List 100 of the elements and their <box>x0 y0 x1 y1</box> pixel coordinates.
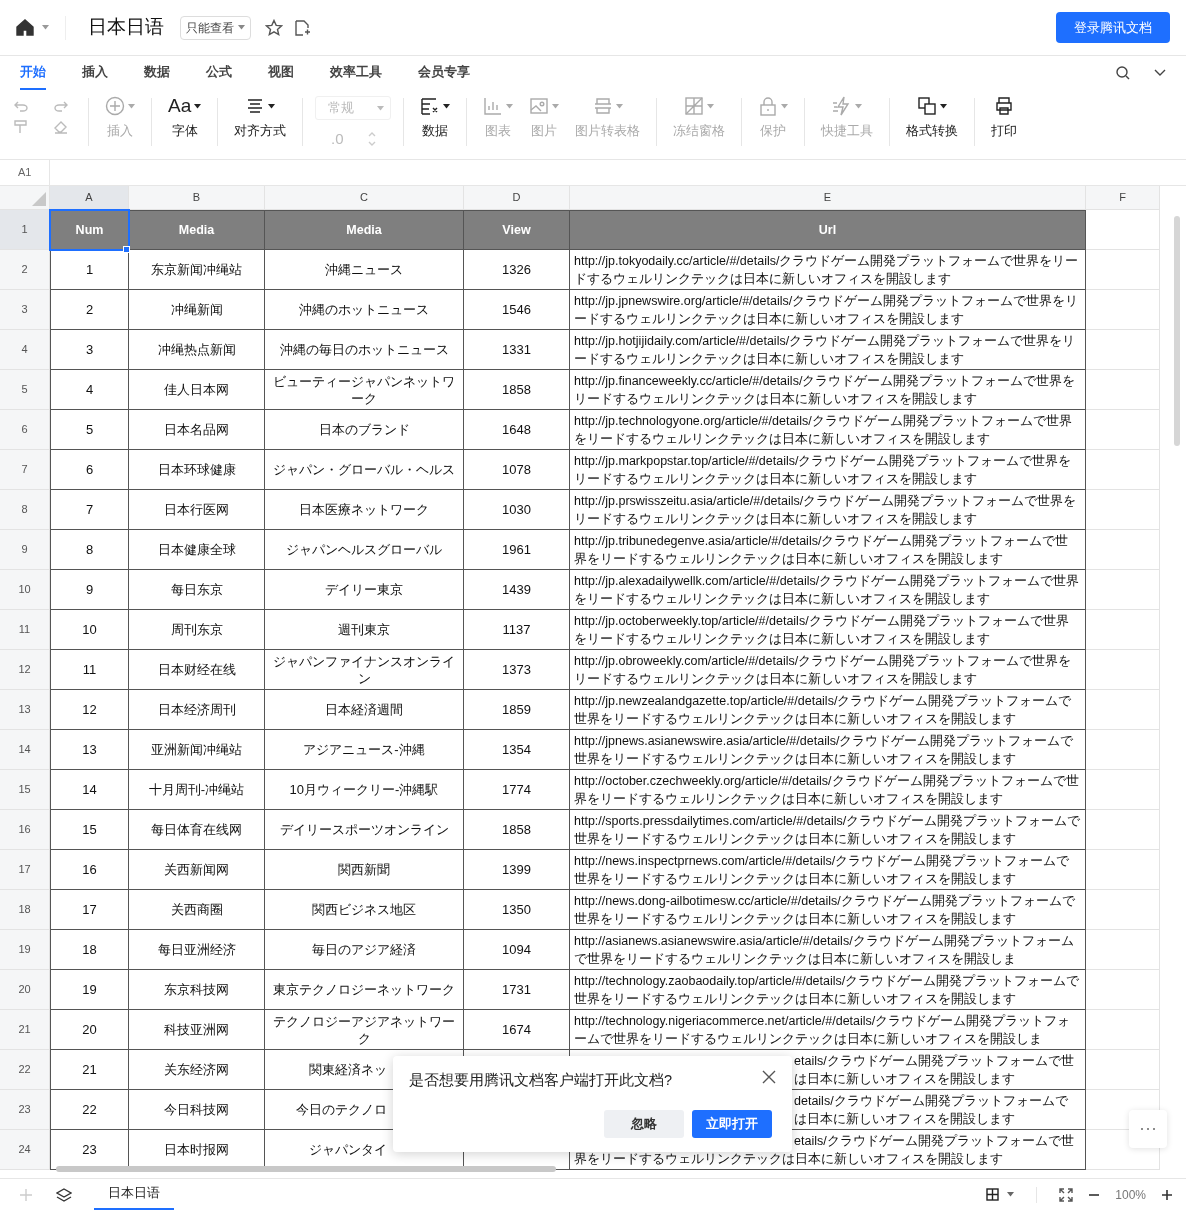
table-cell: 沖縄の毎日のホットニュース <box>265 330 464 370</box>
menu-tab[interactable]: 效率工具 <box>330 56 382 90</box>
open-button[interactable]: 立即打开 <box>692 1110 772 1138</box>
grid-view-icon[interactable] <box>986 1188 1000 1201</box>
row-header[interactable]: 4 <box>0 330 50 370</box>
table-cell: ジャパンファイナンスオンライン <box>265 650 464 690</box>
toolbar-button[interactable]: 对齐方式 <box>230 96 291 141</box>
table-cell: 11 <box>50 650 129 690</box>
url-text: は日本に新しいオフィスを開設します <box>794 1110 1015 1128</box>
row-header[interactable]: 16 <box>0 810 50 850</box>
column-header[interactable]: B <box>129 186 265 210</box>
table-cell: 日本财经在线 <box>129 650 265 690</box>
toolbar-button[interactable]: 格式转换 <box>902 96 963 141</box>
table-cell: 1350 <box>464 890 570 930</box>
login-button[interactable]: 登录腾讯文档 <box>1056 11 1170 44</box>
row-header[interactable]: 18 <box>0 890 50 930</box>
row-header[interactable]: 9 <box>0 530 50 570</box>
table-cell: 9 <box>50 570 129 610</box>
toolbar-icon <box>917 96 938 116</box>
toolbar-icon <box>483 96 504 116</box>
menu-tab[interactable]: 开始 <box>20 56 46 90</box>
table-cell: 関西新聞 <box>265 850 464 890</box>
toolbar-icon <box>758 96 779 116</box>
row-header[interactable]: 7 <box>0 450 50 490</box>
table-cell: 10 <box>50 610 129 650</box>
table-cell: 22 <box>50 1090 129 1130</box>
table-cell: 佳人日本网 <box>129 370 265 410</box>
table-cell: 13 <box>50 730 129 770</box>
row-header[interactable]: 14 <box>0 730 50 770</box>
menu-tab[interactable]: 会员专享 <box>418 56 470 90</box>
add-document-icon[interactable] <box>293 18 311 37</box>
table-cell: 今日科技网 <box>129 1090 265 1130</box>
fullscreen-icon[interactable] <box>1059 1187 1074 1202</box>
row-header[interactable]: 8 <box>0 490 50 530</box>
vertical-scrollbar[interactable] <box>1174 216 1180 446</box>
row-header[interactable]: 21 <box>0 1010 50 1050</box>
table-cell: 1858 <box>464 370 570 410</box>
toolbar-button[interactable]: 打印 <box>987 96 1022 141</box>
table-cell: 日本环球健康 <box>129 450 265 490</box>
home-icon[interactable] <box>16 19 34 36</box>
table-cell: 2 <box>50 290 129 330</box>
row-header[interactable]: 10 <box>0 570 50 610</box>
row-header[interactable]: 11 <box>0 610 50 650</box>
permission-dropdown[interactable]: 只能查看 <box>180 15 251 40</box>
toolbar-button[interactable]: 数据 <box>416 96 455 141</box>
column-header[interactable]: E <box>570 186 1086 210</box>
chevron-down-icon[interactable] <box>1154 69 1166 77</box>
table-cell: 1030 <box>464 490 570 530</box>
row-header[interactable]: 12 <box>0 650 50 690</box>
menu-tab[interactable]: 视图 <box>268 56 294 90</box>
ignore-button[interactable]: 忽略 <box>604 1110 684 1138</box>
row-header[interactable]: 20 <box>0 970 50 1010</box>
row-header[interactable]: 17 <box>0 850 50 890</box>
table-cell: 1094 <box>464 930 570 970</box>
table-cell: ジャパン・グローバル・ヘルス <box>265 450 464 490</box>
row-header[interactable]: 13 <box>0 690 50 730</box>
column-header[interactable]: D <box>464 186 570 210</box>
table-cell: アジアニュース-沖縄 <box>265 730 464 770</box>
row-header[interactable]: 3 <box>0 290 50 330</box>
star-icon[interactable] <box>265 18 283 37</box>
column-header[interactable]: C <box>265 186 464 210</box>
table-cell: 1859 <box>464 690 570 730</box>
caret-icon <box>238 25 245 30</box>
zoom-in-icon[interactable] <box>1162 1189 1172 1200</box>
layers-icon[interactable] <box>56 1187 72 1202</box>
table-cell: 16 <box>50 850 129 890</box>
column-header[interactable]: A <box>50 186 129 210</box>
table-cell: 1961 <box>464 530 570 570</box>
sheet-tab[interactable]: 日本日语 <box>94 1179 174 1210</box>
table-cell: デイリースポーツオンライン <box>265 810 464 850</box>
row-header[interactable]: 24 <box>0 1130 50 1170</box>
horizontal-scrollbar[interactable] <box>56 1166 556 1172</box>
row-header[interactable]: 6 <box>0 410 50 450</box>
close-icon[interactable] <box>762 1070 776 1084</box>
table-cell: 日本名品网 <box>129 410 265 450</box>
menu-tab[interactable]: 数据 <box>144 56 170 90</box>
toolbar-icon <box>105 96 125 116</box>
table-cell: 10月ウィークリー-沖縄駅 <box>265 770 464 810</box>
row-header[interactable]: 23 <box>0 1090 50 1130</box>
menu-tab[interactable]: 公式 <box>206 56 232 90</box>
table-cell: 週刊東京 <box>265 610 464 650</box>
table-cell: 东京科技网 <box>129 970 265 1010</box>
table-cell: 沖縄ニュース <box>265 250 464 290</box>
column-heading: View <box>464 210 570 250</box>
toolbar-button[interactable]: Aa 字体 <box>164 96 206 141</box>
row-header[interactable]: 5 <box>0 370 50 410</box>
table-cell: 7 <box>50 490 129 530</box>
column-header[interactable]: F <box>1086 186 1160 210</box>
row-header[interactable]: 19 <box>0 930 50 970</box>
url-text: etails/クラウドゲーム開発プラットフォームで世 <box>794 1052 1074 1070</box>
fill-handle[interactable] <box>123 246 130 253</box>
row-header[interactable]: 15 <box>0 770 50 810</box>
row-header[interactable]: 22 <box>0 1050 50 1090</box>
row-header[interactable]: 2 <box>0 250 50 290</box>
table-cell: 毎日のアジア経済 <box>265 930 464 970</box>
table-cell: 20 <box>50 1010 129 1050</box>
search-icon[interactable] <box>1116 66 1130 80</box>
menu-tab[interactable]: 插入 <box>82 56 108 90</box>
row-header[interactable]: 1 <box>0 210 50 250</box>
table-cell: 12 <box>50 690 129 730</box>
